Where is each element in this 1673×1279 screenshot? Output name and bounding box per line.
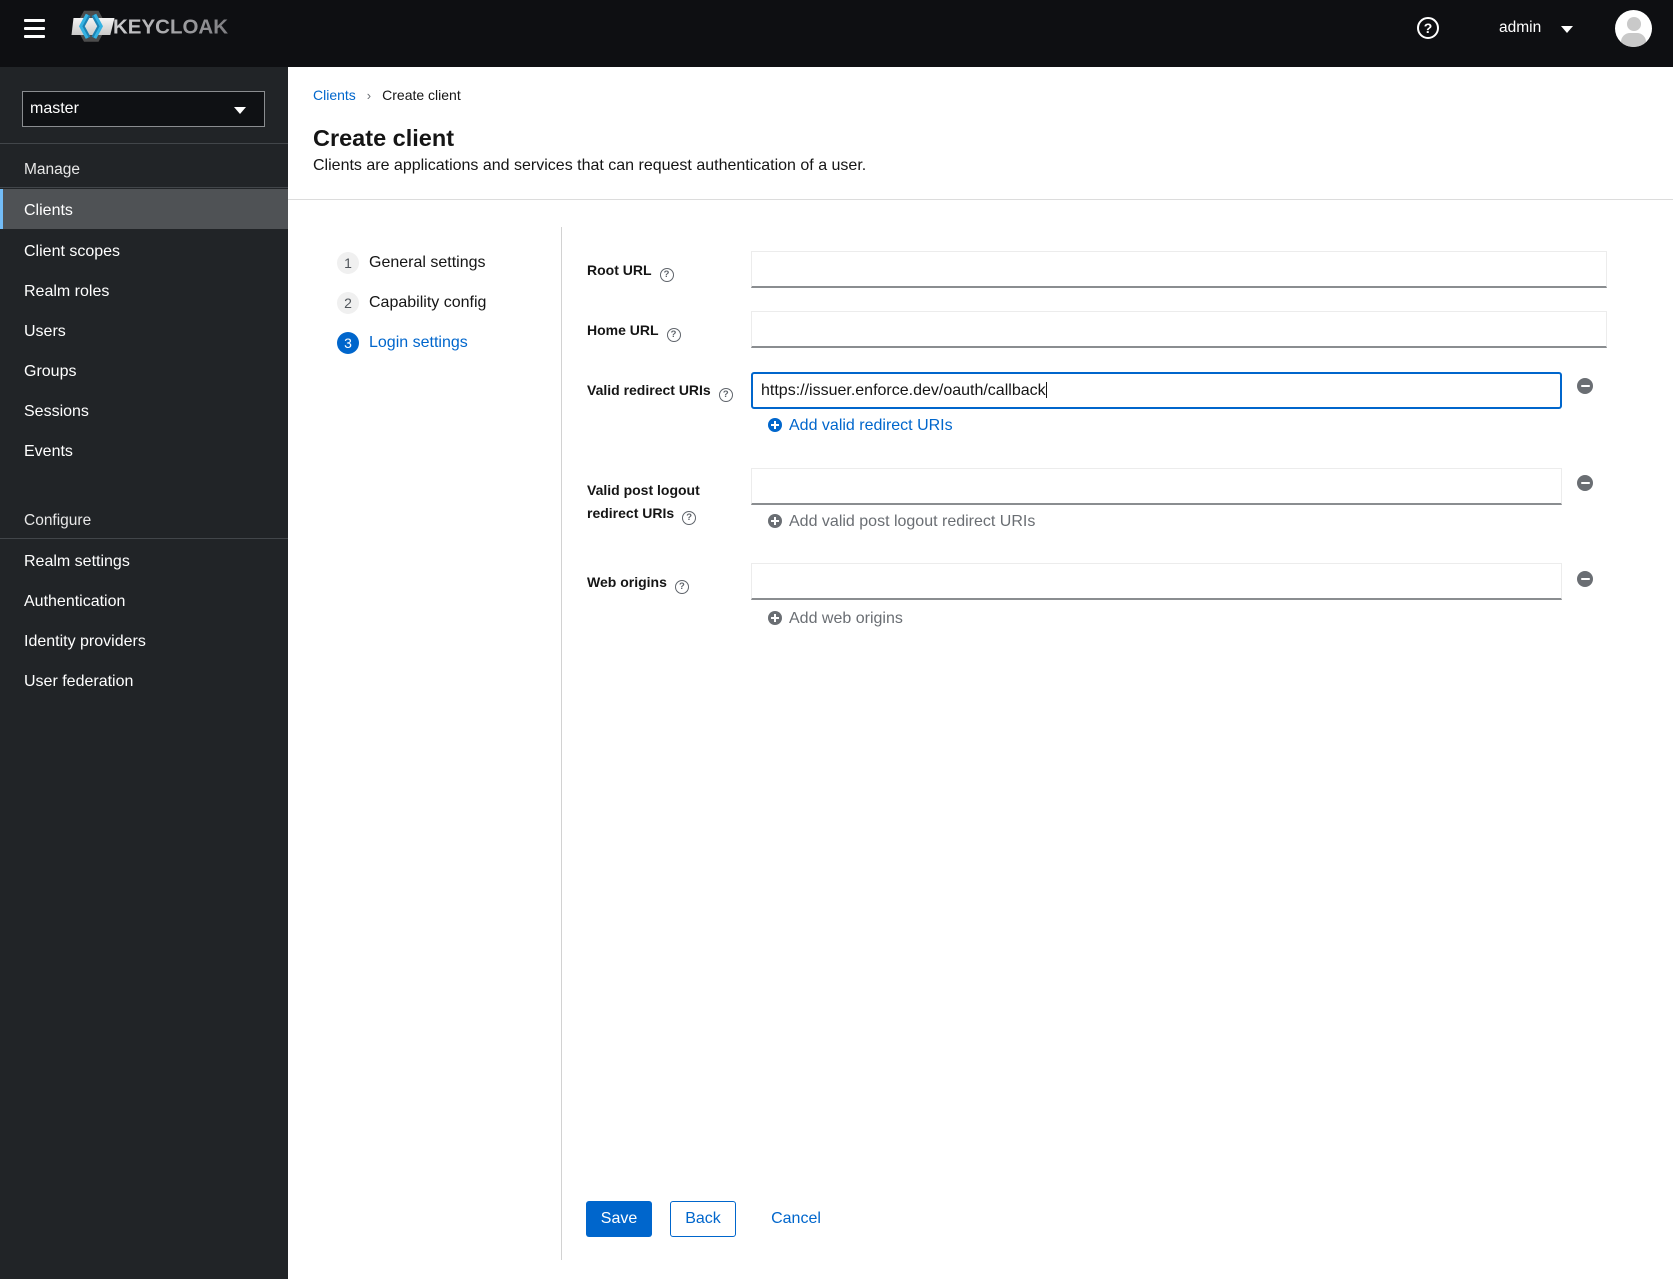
svg-text:KEYCLOAK: KEYCLOAK: [113, 15, 228, 38]
